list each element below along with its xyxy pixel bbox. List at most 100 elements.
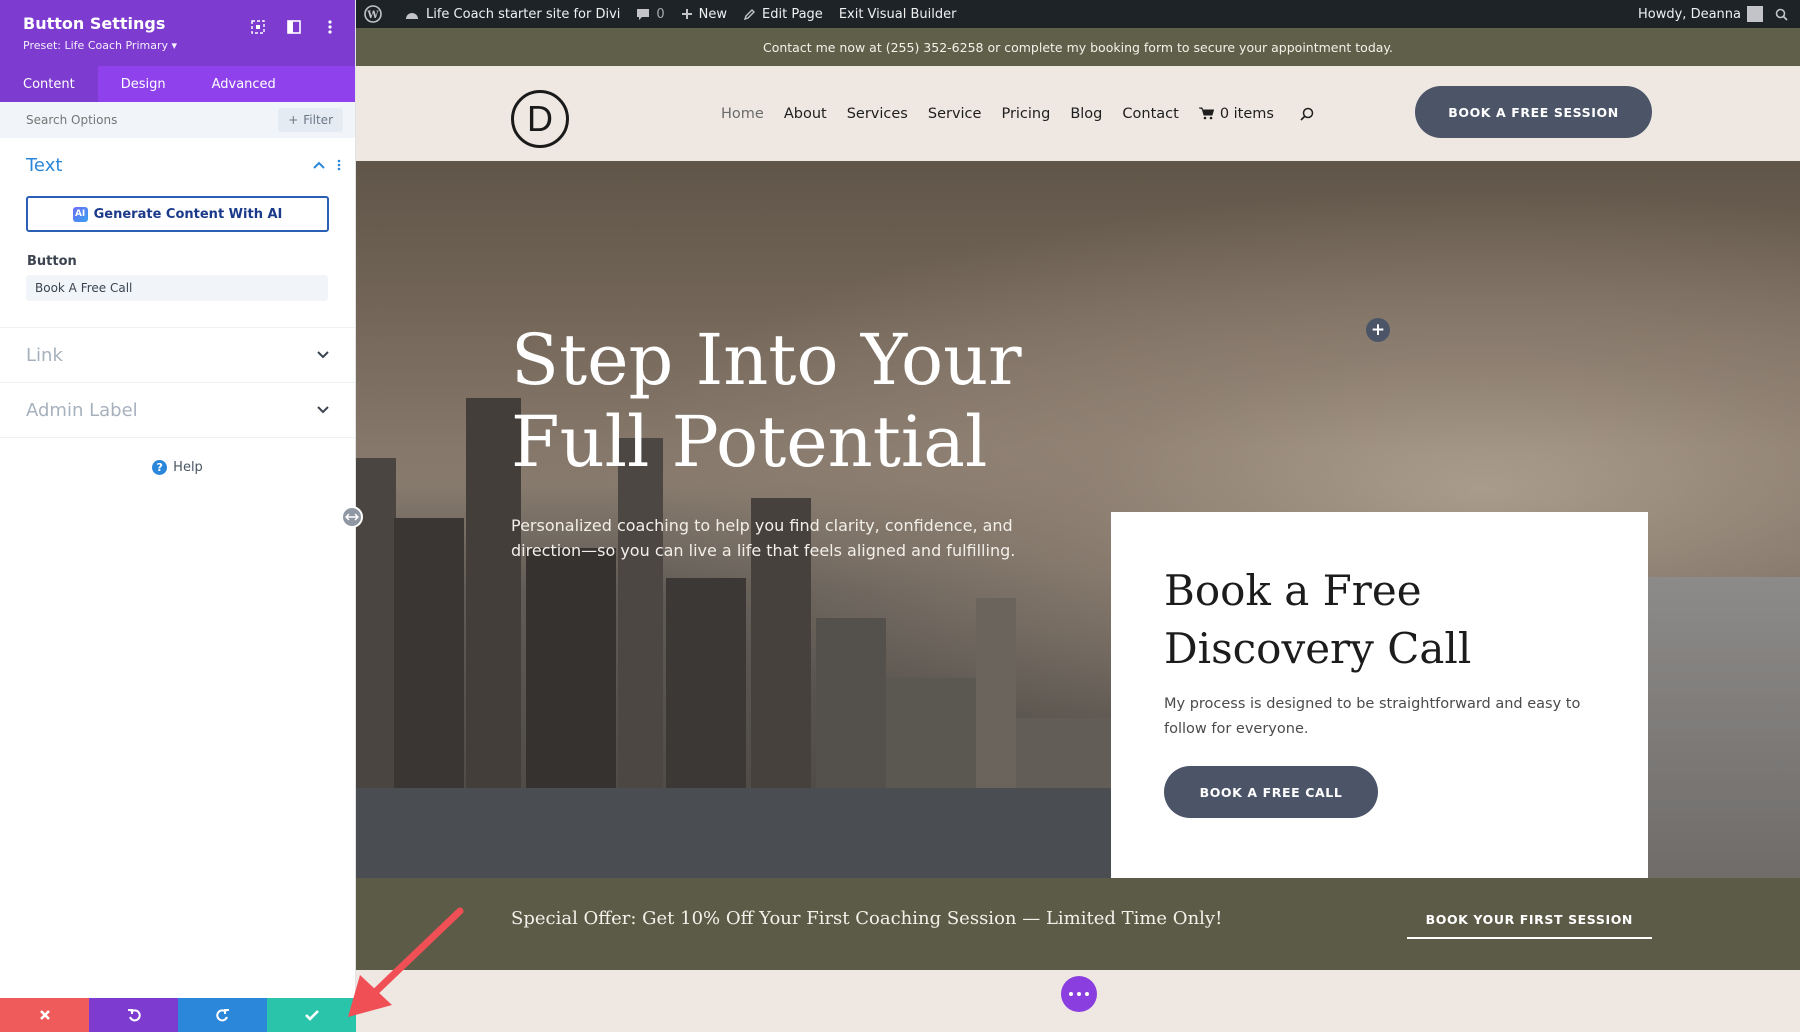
account-menu[interactable]: Howdy, Deanna <box>1630 0 1800 28</box>
site-preview: Contact me now at (255) 352-6258 or comp… <box>356 28 1800 1032</box>
text-section-title: Text <box>26 154 63 176</box>
cart-link[interactable]: 0 items <box>1198 105 1274 122</box>
logo-letter: D <box>527 98 553 139</box>
search-row: + Filter <box>0 102 355 138</box>
site-name-label: Life Coach starter site for Divi <box>426 6 621 22</box>
nav-item-blog[interactable]: Blog <box>1070 106 1102 122</box>
tab-design[interactable]: Design <box>98 66 189 102</box>
annotation-arrow-icon <box>348 907 464 1017</box>
card-text: My process is designed to be straightfor… <box>1164 696 1581 737</box>
add-row-button[interactable]: + <box>1366 318 1390 342</box>
tab-content[interactable]: Content <box>0 66 98 102</box>
hero-title-line-2: Full Potential <box>511 401 988 483</box>
nav-item-services[interactable]: Services <box>847 106 908 122</box>
chevron-down-icon[interactable] <box>317 406 329 414</box>
search-icon[interactable] <box>1775 8 1788 21</box>
section-menu-icon[interactable] <box>337 155 341 176</box>
hero-subtitle: Personalized coaching to help you find c… <box>511 516 1016 560</box>
wp-admin-bar: W Life Coach starter site for Divi 0 New… <box>356 0 1800 28</box>
hero-title: Step Into Your Full Potential <box>511 319 1071 483</box>
nav-item-home[interactable]: Home <box>721 106 764 122</box>
redo-icon <box>215 1009 229 1022</box>
undo-icon <box>127 1009 141 1022</box>
comments-link[interactable]: 0 <box>628 0 672 28</box>
filter-button[interactable]: + Filter <box>278 108 343 132</box>
redo-button[interactable] <box>178 998 267 1032</box>
text-section-header[interactable]: Text <box>0 138 355 192</box>
card-title: Book a Free Discovery Call <box>1164 566 1472 673</box>
admin-label-section-header[interactable]: Admin Label <box>0 383 355 437</box>
link-section: Link <box>0 328 355 383</box>
comments-count: 0 <box>656 6 665 22</box>
split-view-icon[interactable] <box>283 16 305 38</box>
ai-icon: AI <box>72 206 88 222</box>
contact-bar: Contact me now at (255) 352-6258 or comp… <box>356 28 1800 66</box>
tab-advanced[interactable]: Advanced <box>189 66 299 102</box>
nav-item-about[interactable]: About <box>784 106 827 122</box>
panel-action-bar <box>0 998 356 1032</box>
discovery-call-card: Book a Free Discovery Call My process is… <box>1111 512 1648 878</box>
help-icon: ? <box>152 460 168 475</box>
more-options-icon[interactable] <box>319 16 341 38</box>
site-header: D Home About Services Service Pricing Bl… <box>356 66 1800 161</box>
nav-item-service[interactable]: Service <box>928 106 982 122</box>
nav-item-contact[interactable]: Contact <box>1122 106 1178 122</box>
checkmark-icon <box>304 1010 319 1021</box>
new-content-link[interactable]: New <box>673 0 735 28</box>
preset-selector[interactable]: Preset: Life Coach Primary ▾ <box>23 39 332 52</box>
resize-arrows-icon <box>345 513 359 521</box>
panel-header: Button Settings Preset: Life Coach Prima… <box>0 0 355 66</box>
pencil-icon <box>743 8 756 20</box>
book-free-session-button[interactable]: BOOK A FREE SESSION <box>1415 86 1652 138</box>
chevron-up-icon[interactable] <box>313 161 325 169</box>
nav-item-pricing[interactable]: Pricing <box>1001 106 1050 122</box>
filter-label: Filter <box>303 113 333 127</box>
svg-text:W: W <box>366 10 379 21</box>
admin-label-section-title: Admin Label <box>26 399 138 421</box>
panel-tabs: Content Design Advanced <box>0 66 355 102</box>
hero-section: Step Into Your Full Potential Personaliz… <box>356 161 1800 878</box>
panel-resize-handle[interactable] <box>341 506 363 528</box>
comment-icon <box>637 9 650 20</box>
help-label: Help <box>173 460 203 475</box>
discard-button[interactable] <box>0 998 89 1032</box>
book-first-session-button[interactable]: BOOK YOUR FIRST SESSION <box>1406 912 1652 939</box>
generate-ai-button[interactable]: AI Generate Content With AI <box>26 196 329 232</box>
search-options-input[interactable] <box>26 113 256 127</box>
site-name-link[interactable]: Life Coach starter site for Divi <box>396 0 628 28</box>
exit-visual-builder-link[interactable]: Exit Visual Builder <box>831 0 965 28</box>
expand-icon[interactable] <box>247 16 269 38</box>
settings-panel: Button Settings Preset: Life Coach Prima… <box>0 0 356 1032</box>
book-free-call-button[interactable]: BOOK A FREE CALL <box>1164 766 1378 818</box>
exit-builder-label: Exit Visual Builder <box>838 6 957 22</box>
special-offer-bar: Special Offer: Get 10% Off Your First Co… <box>356 878 1800 970</box>
page-settings-button[interactable] <box>1061 976 1097 1012</box>
button-field-label: Button <box>27 254 77 269</box>
edit-page-label: Edit Page <box>762 6 823 22</box>
avatar <box>1747 6 1763 22</box>
main-nav: Home About Services Service Pricing Blog… <box>721 66 1314 161</box>
button-text-input[interactable] <box>26 275 328 301</box>
link-section-title: Link <box>26 344 63 366</box>
undo-button[interactable] <box>89 998 178 1032</box>
hero-title-line-1: Step Into Your <box>511 319 1022 401</box>
wordpress-logo-icon: W <box>364 5 382 23</box>
help-link[interactable]: ? Help <box>0 460 355 475</box>
text-section: Text AI Generate Content With AI Button <box>0 138 355 328</box>
close-icon <box>39 1010 50 1020</box>
chevron-down-icon[interactable] <box>317 351 329 359</box>
admin-label-section: Admin Label <box>0 383 355 438</box>
contact-bar-text: Contact me now at (255) 352-6258 or comp… <box>762 39 1394 55</box>
plus-icon <box>681 9 692 19</box>
cart-icon <box>1198 107 1214 120</box>
wordpress-menu[interactable]: W <box>356 0 396 28</box>
site-logo[interactable]: D <box>511 90 569 148</box>
search-icon[interactable] <box>1300 107 1314 121</box>
offer-text: Special Offer: Get 10% Off Your First Co… <box>511 908 1223 929</box>
generate-ai-label: Generate Content With AI <box>93 206 283 222</box>
cart-count: 0 items <box>1219 105 1274 122</box>
link-section-header[interactable]: Link <box>0 328 355 382</box>
plus-icon: + <box>288 113 299 127</box>
edit-page-link[interactable]: Edit Page <box>735 0 831 28</box>
howdy-label: Howdy, Deanna <box>1638 6 1741 22</box>
